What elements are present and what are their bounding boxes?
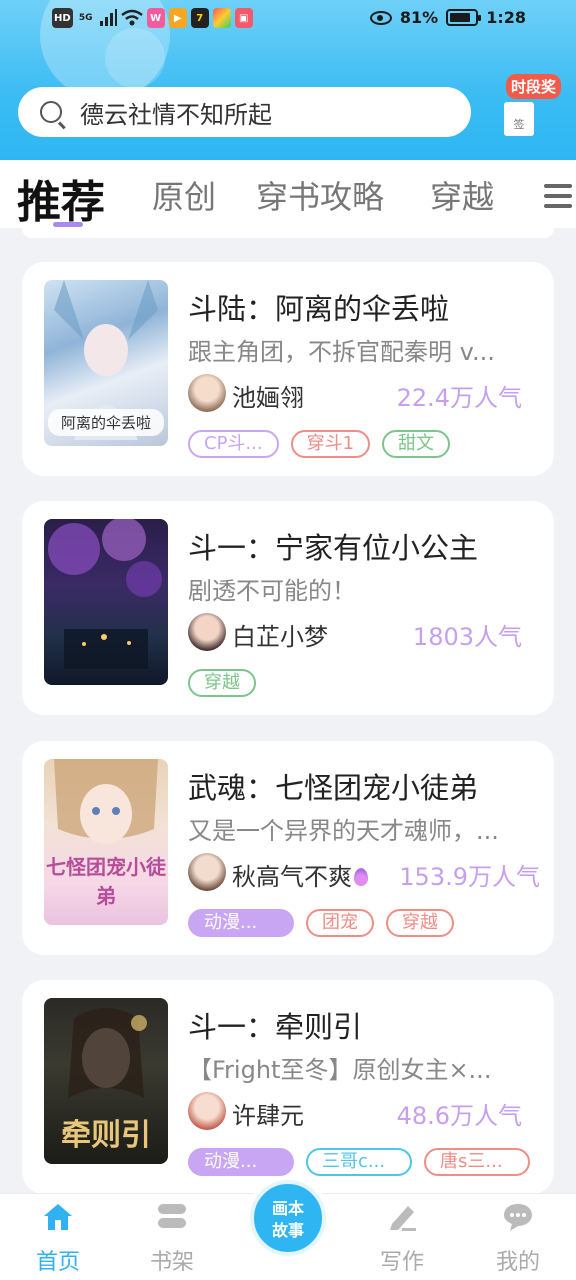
bookshelf-icon [158, 1204, 186, 1228]
avatar [188, 374, 226, 412]
tab-recommend[interactable]: 推荐 [17, 166, 105, 230]
eye-icon [369, 10, 392, 25]
search-input[interactable]: 德云社情不知所起 [80, 95, 272, 130]
book-icon: ▣ [234, 8, 253, 28]
pen-icon [390, 1206, 416, 1231]
tab-book-guide[interactable]: 穿书攻略 [256, 172, 384, 218]
book-description: 跟主角团，不拆官配秦明 v... [188, 338, 495, 366]
home-icon [44, 1204, 72, 1230]
battery-icon [446, 9, 482, 26]
author-name: 白芷小梦 [232, 623, 328, 651]
status-icons: HD 5G W ▶ 7 ▣ [52, 8, 253, 28]
book-title: 武魂：七怪团宠小徒弟 [188, 771, 479, 805]
book-title: 斗陆：阿离的伞丢啦 [188, 292, 450, 326]
cover-title: 七怪团宠小徒弟 [46, 855, 166, 908]
tag[interactable]: 团宠 [306, 909, 374, 937]
author-name: 许肆元 [232, 1102, 304, 1130]
header: HD 5G W ▶ 7 ▣ 81% 1:28 德云社情不知所起 签 时段奖 [0, 0, 576, 160]
tag[interactable]: CP斗... [188, 430, 279, 458]
story-create-button[interactable]: 画本 故事 [250, 1180, 326, 1256]
popularity-count: 48.6万人气 [396, 1102, 522, 1130]
tag[interactable]: 穿斗1 [290, 430, 371, 458]
nav-home-label: 首页 [35, 1250, 80, 1275]
status-bar: HD 5G W ▶ 7 ▣ 81% 1:28 [0, 0, 576, 38]
tag[interactable]: 唐s三... [424, 1148, 530, 1176]
search-bar[interactable]: 德云社情不知所起 [18, 87, 471, 137]
battery-percent: 81% [399, 8, 439, 27]
book-card[interactable]: 七怪团宠小徒弟 武魂：七怪团宠小徒弟 又是一个异界的天才魂师，... 秋高气不爽… [22, 741, 554, 955]
tag[interactable]: 动漫... [188, 1148, 294, 1176]
tag[interactable]: 甜文 [382, 430, 451, 458]
book-cover: 七怪团宠小徒弟 [44, 759, 168, 925]
reward-button[interactable]: 签 时段奖 [500, 72, 566, 138]
status-right: 81% 1:28 [369, 8, 526, 27]
tab-indicator [53, 222, 83, 227]
tab-original[interactable]: 原创 [152, 172, 216, 218]
app-icon [212, 8, 231, 28]
category-tabs: 推荐 原创 穿书攻略 穿越 [0, 160, 576, 228]
book-description: 【Fright至冬】原创女主×... [188, 1056, 492, 1084]
center-button-line2: 故事 [271, 1221, 304, 1240]
cover-title: 牵则引 [61, 1118, 151, 1153]
avatar [188, 613, 226, 651]
center-button-line1: 画本 [271, 1199, 304, 1218]
avatar [188, 1092, 226, 1130]
tabs-menu-icon[interactable] [538, 178, 576, 224]
nav-me-label: 我的 [495, 1250, 540, 1275]
nav-me[interactable]: 我的 [478, 1202, 558, 1276]
tag[interactable]: 动漫... [188, 909, 294, 937]
book-description: 剧透不可能的！ [188, 577, 356, 605]
nav-shelf[interactable]: 书架 [132, 1202, 212, 1276]
app-icon: W [146, 8, 165, 28]
video-icon: ▶ [168, 8, 187, 28]
avatar [188, 853, 226, 891]
tag[interactable]: 三哥c... [306, 1148, 412, 1176]
author-name-text: 秋高气不爽 [232, 863, 352, 891]
nav-shelf-label: 书架 [149, 1250, 194, 1275]
book-cover [44, 519, 168, 685]
tag-list: 穿越 [188, 669, 256, 697]
tab-time-travel[interactable]: 穿越 [430, 172, 494, 218]
hd-icon: HD [52, 8, 73, 28]
app-icon: 7 [190, 8, 209, 28]
reward-box-label: 签 [513, 118, 525, 131]
previous-card-edge [22, 228, 554, 238]
wifi-icon [120, 9, 143, 26]
signal-icon [99, 9, 117, 26]
clock: 1:28 [486, 8, 526, 27]
tag[interactable]: 穿越 [188, 669, 256, 697]
popularity-count: 153.9万人气 [399, 863, 540, 891]
book-description: 又是一个异界的天才魂师，... [188, 817, 499, 845]
nav-home[interactable]: 首页 [18, 1202, 98, 1276]
cover-title: 阿离的伞丢啦 [48, 409, 164, 436]
book-card[interactable]: 阿离的伞丢啦 斗陆：阿离的伞丢啦 跟主角团，不拆官配秦明 v... 池婳翎 22… [22, 262, 554, 476]
book-card[interactable]: 牵则引 斗一：牵则引 【Fright至冬】原创女主×... 许肆元 48.6万人… [22, 980, 554, 1194]
popularity-count: 22.4万人气 [396, 384, 522, 412]
book-card[interactable]: 斗一：宁家有位小公主 剧透不可能的！ 白芷小梦 1803人气 穿越 [22, 501, 554, 715]
tag-list: 动漫... 团宠 穿越 [188, 909, 454, 937]
tag[interactable]: 穿越 [386, 909, 454, 937]
book-cover: 阿离的伞丢啦 [44, 280, 168, 446]
nav-write[interactable]: 写作 [362, 1202, 442, 1276]
search-icon [40, 101, 62, 123]
fire-icon [354, 868, 368, 886]
reward-badge: 时段奖 [506, 74, 562, 99]
book-title: 斗一：宁家有位小公主 [188, 531, 479, 565]
5g-icon: 5G [78, 13, 93, 23]
book-title: 斗一：牵则引 [188, 1010, 363, 1044]
popularity-count: 1803人气 [412, 623, 522, 651]
book-cover: 牵则引 [44, 998, 168, 1164]
gift-icon: 签 [504, 102, 534, 136]
tag-list: CP斗... 穿斗1 甜文 [188, 430, 451, 458]
tag-list: 动漫... 三哥c... 唐s三... [188, 1148, 530, 1176]
chat-bubble-icon [504, 1204, 532, 1231]
author-name: 秋高气不爽 [232, 857, 368, 892]
author-name: 池婳翎 [232, 384, 304, 412]
nav-write-label: 写作 [379, 1250, 424, 1275]
